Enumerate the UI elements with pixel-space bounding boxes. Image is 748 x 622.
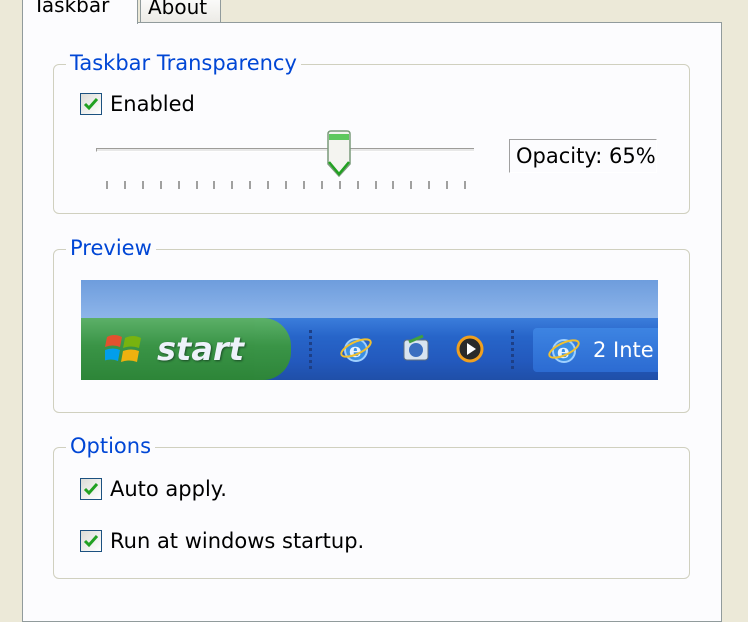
tab-taskbar[interactable]: Taskbar [22, 0, 138, 24]
slider-tick [213, 181, 215, 189]
slider-tick [392, 181, 394, 189]
slider-tick [178, 181, 180, 189]
media-player-icon [456, 335, 484, 363]
run-at-startup-checkbox-box[interactable] [80, 530, 102, 552]
enabled-label: Enabled [110, 92, 195, 116]
preview-start-button: start [81, 318, 291, 380]
tab-taskbar-label: Taskbar [33, 0, 110, 17]
transparency-group-legend: Taskbar Transparency [66, 49, 301, 77]
run-at-startup-label: Run at windows startup. [110, 529, 365, 553]
windows-logo-icon [105, 335, 141, 362]
preview-start-label: start [157, 330, 245, 368]
check-mark-icon [83, 535, 99, 548]
options-group-legend: Options [66, 432, 156, 460]
slider-tick [357, 181, 359, 189]
slider-tick [410, 181, 412, 189]
check-mark-icon [83, 483, 99, 496]
tab-about[interactable]: About [140, 0, 221, 22]
slider-tick [375, 181, 377, 189]
slider-tick [142, 181, 144, 189]
quicklaunch-grip-left [309, 330, 312, 370]
slider-tick [124, 181, 126, 189]
slider-tick [160, 181, 162, 189]
opacity-slider-thumb[interactable] [326, 130, 352, 178]
preview-group-legend: Preview [66, 234, 156, 262]
slider-tick [231, 181, 233, 189]
slider-tick [464, 181, 466, 189]
ie-icon: e [340, 338, 372, 362]
slider-ticks [96, 181, 474, 189]
enabled-checkbox[interactable]: Enabled [80, 89, 195, 119]
tab-about-label: About [148, 0, 208, 19]
auto-apply-checkbox-box[interactable] [80, 478, 102, 500]
ie-icon: e [548, 339, 580, 363]
auto-apply-label: Auto apply. [110, 477, 227, 501]
outlook-express-icon [403, 334, 429, 361]
run-at-startup-checkbox[interactable]: Run at windows startup. [80, 526, 364, 556]
slider-tick [267, 181, 269, 189]
quicklaunch-grip-right [511, 330, 514, 370]
opacity-readout: Opacity: 65% [509, 139, 657, 173]
enabled-checkbox-box[interactable] [80, 93, 102, 115]
opacity-slider-track[interactable] [96, 148, 474, 152]
slider-tick [106, 181, 108, 189]
preview-task-label: 2 Inte [593, 338, 654, 362]
slider-tick [196, 181, 198, 189]
slider-thumb-icon [327, 130, 351, 178]
slider-tick [321, 181, 323, 189]
taskbar-preview: start e e 2 Inte [81, 280, 658, 380]
preview-taskbar: start e e 2 Inte [81, 318, 658, 380]
slider-tick [339, 181, 341, 189]
slider-tick [428, 181, 430, 189]
check-mark-icon [83, 98, 99, 111]
slider-tick [446, 181, 448, 189]
slider-tick [249, 181, 251, 189]
auto-apply-checkbox[interactable]: Auto apply. [80, 474, 227, 504]
slider-tick [285, 181, 287, 189]
slider-tick [303, 181, 305, 189]
preview-task-button: e 2 Inte [533, 328, 658, 372]
options-group: Options [53, 432, 690, 579]
